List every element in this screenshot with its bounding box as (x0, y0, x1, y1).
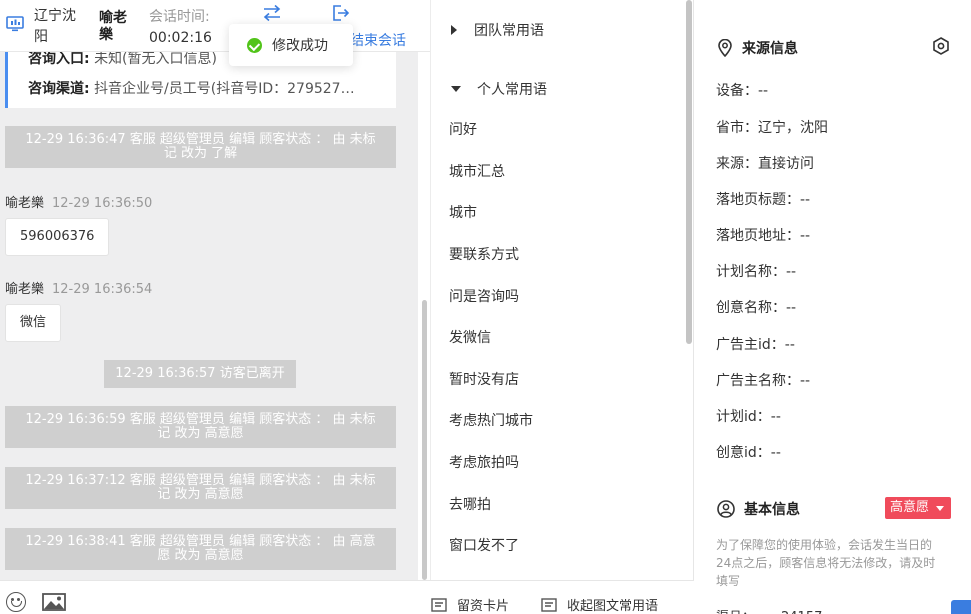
caret-down-icon (451, 86, 461, 92)
message-sender: 喻老樂 12-29 16:36:50 (5, 192, 152, 211)
chat-header: 辽宁沈阳 喻老樂 会话时间: 00:02:16 结束会话 (0, 0, 430, 52)
phrase-item[interactable]: 考虑热门城市 (449, 410, 533, 430)
team-phrases-group[interactable]: 团队常用语 (451, 20, 544, 40)
source-field-origin: 来源：直接访问 (716, 156, 814, 172)
source-field-landing-title: 落地页标题：-- (716, 192, 811, 208)
source-field-plan-name: 计划名称：-- (716, 264, 797, 280)
consult-channel-row: 咨询渠道: 抖音企业号/员工号(抖音号ID：279527… (28, 78, 355, 98)
floating-action-button[interactable] (951, 600, 971, 614)
lead-card-button[interactable]: 留资卡片 (431, 595, 509, 614)
phrase-item[interactable]: 城市汇总 (449, 161, 505, 181)
collapse-phrases-button[interactable]: 收起图文常用语 (541, 595, 658, 614)
sender-name: 喻老樂 (5, 196, 45, 211)
source-field-device: 设备：-- (716, 83, 769, 99)
session-time-value: 00:02:16 (149, 30, 212, 46)
end-session-icon[interactable] (332, 4, 350, 22)
message-bubble[interactable]: 微信 (5, 304, 62, 342)
collapse-phrases-label: 收起图文常用语 (567, 599, 659, 614)
phrase-item[interactable]: 城市 (449, 202, 477, 222)
source-field-landing-url: 落地页地址：-- (716, 228, 811, 244)
consult-entry-value: 未知(暂无入口信息) (94, 51, 217, 67)
personal-phrases-group[interactable]: 个人常用语 (451, 79, 547, 99)
basic-info-title: 基本信息 (744, 502, 800, 518)
monitor-icon (6, 16, 24, 32)
phrase-item[interactable]: 要联系方式 (449, 244, 519, 264)
message-timestamp: 12-29 16:36:50 (52, 196, 153, 211)
visitor-left-notice: 12-29 16:36:57 访客已离开 (104, 360, 296, 388)
team-phrases-label: 团队常用语 (474, 23, 544, 39)
personal-phrases-label: 个人常用语 (477, 82, 547, 98)
settings-icon[interactable] (931, 36, 951, 56)
system-message: 12-29 16:37:12 客服 超级管理员 编辑 顾客状态 ： 由 未标记 … (5, 467, 396, 509)
channel-field: 渠旦：____24157 (716, 606, 822, 614)
success-toast: 修改成功 (229, 24, 353, 66)
chat-toolbar: 留资卡片 收起图文常用语 (0, 580, 694, 614)
phrases-scrollbar[interactable] (686, 0, 692, 344)
phrase-item[interactable]: 窗口发不了 (449, 535, 519, 555)
phrase-item[interactable]: 暂时没有店 (449, 369, 519, 389)
location-pin-icon (718, 39, 732, 57)
source-field-advertiser-name: 广告主名称：-- (716, 373, 811, 389)
transfer-icon[interactable] (262, 4, 282, 22)
customer-info-panel: 来源信息 设备：-- 省市：辽宁，沈阳 来源：直接访问 落地页标题：-- 落地页… (695, 0, 971, 614)
basic-info-header: 基本信息 (717, 499, 800, 519)
toast-text: 修改成功 (272, 38, 328, 54)
session-time-label: 会话时间: (149, 9, 210, 25)
user-circle-icon (717, 500, 735, 518)
consult-entry-label: 咨询入口: (28, 51, 90, 67)
system-message: 12-29 16:36:47 客服 超级管理员 编辑 顾客状态 ： 由 未标记 … (5, 126, 396, 168)
source-field-plan-id: 计划id：-- (716, 409, 781, 425)
phrase-item[interactable]: 考虑旅拍吗 (449, 452, 519, 472)
intent-status-dropdown[interactable]: 高意愿 (885, 497, 951, 519)
customer-service-workspace: 咨询入口: 未知(暂无入口信息) 咨询渠道: 抖音企业号/员工号(抖音号ID：2… (0, 0, 971, 614)
lead-card-label: 留资卡片 (457, 599, 510, 614)
chat-scrollbar[interactable] (422, 300, 427, 580)
source-info-title: 来源信息 (742, 41, 798, 57)
message-sender: 喻老樂 12-29 16:36:54 (5, 278, 152, 297)
visitor-location: 辽宁沈阳 (34, 8, 76, 45)
visitor-name: 喻老樂 (99, 10, 127, 43)
message-timestamp: 12-29 16:36:54 (52, 282, 153, 297)
consult-channel-label: 咨询渠道: (28, 81, 90, 97)
caret-right-icon (451, 25, 457, 35)
edit-deadline-note: 为了保障您的使用体验，会话发生当日的24点之后，顾客信息将无法修改，请及时填写 (716, 538, 936, 588)
consult-channel-value: 抖音企业号/员工号(抖音号ID：279527… (94, 81, 355, 97)
source-info-header: 来源信息 (717, 38, 798, 58)
system-message: 12-29 16:38:41 客服 超级管理员 编辑 顾客状态 ： 由 高意愿 … (5, 528, 396, 570)
end-session-button[interactable]: 结束会话 (350, 30, 406, 50)
phrase-item[interactable]: 发微信 (449, 327, 491, 347)
message-bubble[interactable]: 596006376 (5, 218, 110, 256)
source-field-creative-name: 创意名称：-- (716, 300, 797, 316)
list-icon (541, 597, 557, 612)
chat-panel: 咨询入口: 未知(暂无入口信息) 咨询渠道: 抖音企业号/员工号(抖音号ID：2… (0, 0, 418, 614)
phrase-item[interactable]: 问是咨询吗 (449, 286, 519, 306)
source-field-creative-id: 创意id：-- (716, 445, 781, 461)
card-icon (431, 597, 447, 612)
source-field-advertiser-id: 广告主id：-- (716, 337, 795, 353)
image-icon[interactable] (42, 593, 66, 611)
sender-name: 喻老樂 (5, 282, 45, 297)
system-message: 12-29 16:36:59 客服 超级管理员 编辑 顾客状态 ： 由 未标记 … (5, 406, 396, 448)
emoji-icon[interactable] (6, 592, 26, 612)
phrase-item[interactable]: 去哪拍 (449, 494, 491, 514)
source-field-region: 省市：辽宁，沈阳 (716, 120, 828, 136)
common-phrases-panel: 团队常用语 个人常用语 问好 城市汇总 城市 要联系方式 问是咨询吗 发微信 暂… (430, 0, 694, 580)
check-circle-icon (247, 37, 262, 53)
phrase-item[interactable]: 问好 (449, 119, 477, 139)
